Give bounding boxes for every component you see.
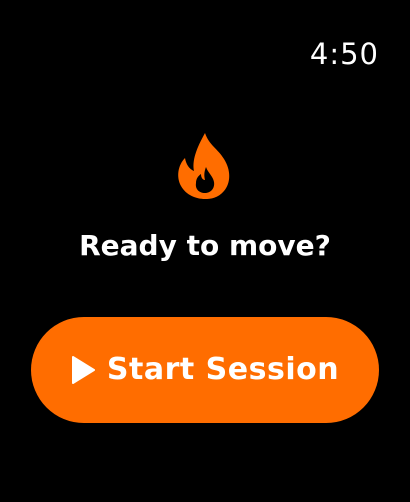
prompt-title: Ready to move?: [79, 229, 331, 262]
flame-icon: [176, 131, 234, 199]
start-session-label: Start Session: [106, 352, 340, 387]
status-time: 4:50: [309, 37, 379, 71]
watch-screen: 4:50 Ready to move? Start Session: [0, 0, 410, 502]
start-session-button[interactable]: Start Session: [31, 317, 379, 423]
play-icon: [71, 356, 95, 384]
